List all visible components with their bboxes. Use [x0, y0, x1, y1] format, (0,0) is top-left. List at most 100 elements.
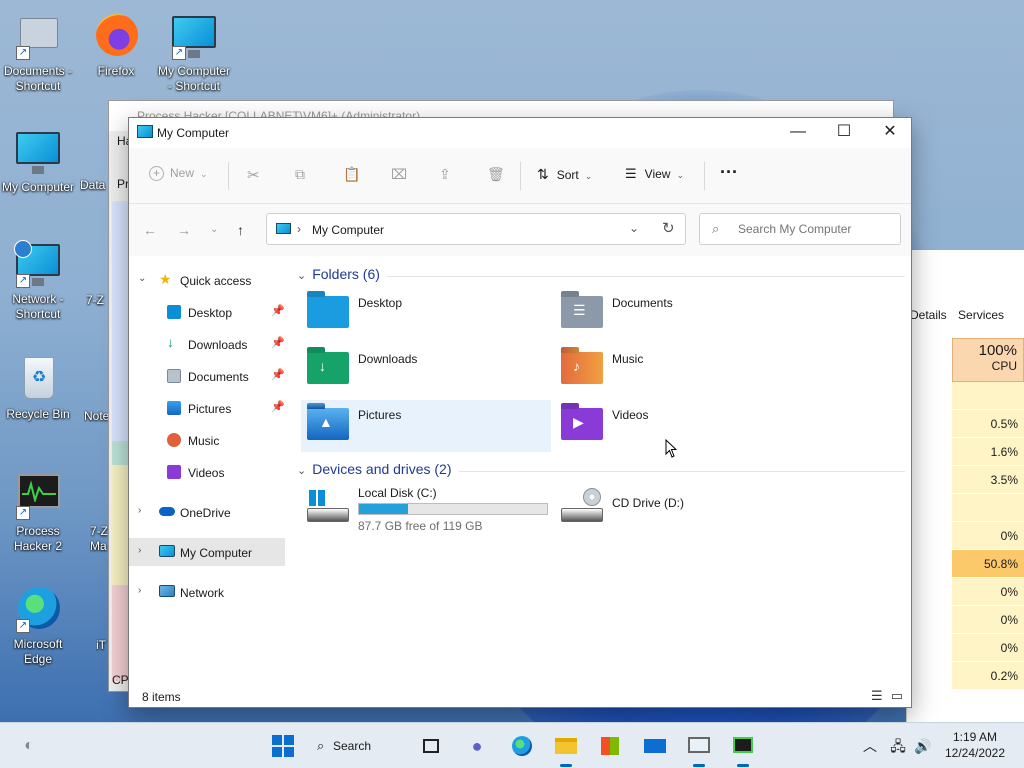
desktop-icon-edge[interactable]: ↗ Microsoft Edge [0, 585, 76, 667]
toolbar-divider [520, 162, 521, 190]
drive-tile-c[interactable]: Local Disk (C:) 87.7 GB free of 119 GB [301, 482, 551, 534]
drive-free-space: 87.7 GB free of 119 GB [358, 519, 483, 533]
chevron-down-icon[interactable]: ⌄ [138, 273, 146, 284]
breadcrumb-path[interactable]: My Computer [312, 223, 384, 237]
desktop-icon-7z[interactable]: 7-Z [86, 293, 108, 308]
nav-item-desktop[interactable]: Desktop 📌 [129, 298, 285, 326]
breadcrumb-chevron-icon[interactable]: › [297, 222, 301, 236]
desktop-icon-data[interactable]: Data [80, 178, 108, 193]
network-icon [159, 585, 175, 597]
pin-icon[interactable]: 📌 [271, 368, 285, 381]
search-box[interactable]: ⌕ [699, 213, 901, 245]
desktop-icon-network-shortcut[interactable]: ↗ Network - Shortcut [0, 240, 76, 322]
nav-quick-access[interactable]: ⌄ ★ Quick access [129, 266, 285, 294]
chevron-down-icon[interactable]: ⌄ [297, 270, 306, 282]
teams-chat-icon[interactable]: ● [462, 731, 492, 761]
folder-tile-videos[interactable]: ▶ Videos [555, 400, 805, 452]
cpu-value-cell [952, 494, 1024, 522]
widgets-icon[interactable]: ◐ [14, 731, 44, 761]
tab-details[interactable]: Details [906, 305, 951, 325]
close-button[interactable]: ✕ [867, 118, 913, 148]
folder-tile-documents[interactable]: ☰ Documents [555, 288, 805, 340]
pin-icon[interactable]: 📌 [271, 336, 285, 349]
cut-icon[interactable]: ✂ [247, 166, 260, 186]
nav-my-computer[interactable]: › My Computer [129, 538, 285, 566]
store-taskbar-icon[interactable] [595, 731, 625, 761]
process-hacker-taskbar-icon[interactable] [728, 731, 758, 767]
task-view-icon[interactable] [416, 731, 446, 761]
desktop-icon-it[interactable]: iT [96, 638, 108, 653]
file-explorer-window[interactable]: My Computer — ☐ ✕ + New ⌄ ✂ ⧉ 📋 ⌧ ⇪ 🗑 ⇅ Sor… [128, 117, 912, 708]
cpu-value-cell [952, 382, 1024, 410]
nav-item-documents[interactable]: Documents 📌 [129, 362, 285, 390]
recycle-bin-icon: ♻ [14, 355, 62, 403]
delete-icon[interactable]: 🗑 [487, 166, 505, 186]
view-label: View [644, 167, 671, 181]
folder-name: Downloads [358, 352, 418, 366]
chevron-right-icon[interactable]: › [138, 505, 141, 516]
pin-icon[interactable]: 📌 [271, 400, 285, 413]
more-options-button[interactable]: ··· [720, 162, 738, 182]
chevron-right-icon[interactable]: › [138, 545, 141, 556]
nav-item-downloads[interactable]: ↓ Downloads 📌 [129, 330, 285, 358]
folder-tile-music[interactable]: ♪ Music [555, 344, 805, 396]
view-button[interactable]: ☰ View ⌄ [625, 166, 684, 186]
share-icon[interactable]: ⇪ [439, 166, 451, 186]
up-arrow-icon[interactable]: ↑ [237, 222, 244, 238]
folder-tile-pictures[interactable]: ▲ Pictures [301, 400, 551, 452]
title-bar[interactable]: My Computer — ☐ ✕ [129, 118, 911, 148]
nav-item-pictures[interactable]: Pictures 📌 [129, 394, 285, 422]
file-explorer-taskbar-icon[interactable] [551, 731, 581, 767]
desktop-icon-process-hacker[interactable]: ↗ Process Hacker 2 [0, 472, 76, 554]
cpu-column-header[interactable]: 100% CPU [952, 338, 1024, 382]
recent-locations-chevron-icon[interactable]: ⌄ [210, 224, 218, 235]
chevron-right-icon[interactable]: › [138, 585, 141, 596]
tray-overflow-chevron-icon[interactable]: ︿ [855, 731, 885, 761]
nav-item-videos[interactable]: Videos [129, 458, 285, 486]
mail-taskbar-icon[interactable] [640, 731, 670, 761]
minimize-button[interactable]: — [775, 118, 821, 148]
folders-group-header[interactable]: ⌄ Folders (6) [297, 266, 380, 282]
taskbar-search-button[interactable]: ⌕ Search [311, 731, 407, 761]
copy-icon[interactable]: ⧉ [295, 166, 305, 186]
back-arrow-icon[interactable]: ← [143, 222, 157, 238]
start-button[interactable] [268, 731, 298, 761]
address-bar[interactable]: › My Computer ⌄ ↻ [266, 213, 686, 245]
folder-tile-downloads[interactable]: ↓ Downloads [301, 344, 551, 396]
new-button[interactable]: + New ⌄ [149, 166, 208, 186]
drive-tile-d[interactable]: CD Drive (D:) [555, 482, 805, 534]
edge-taskbar-icon[interactable] [507, 731, 537, 761]
desktop-icon-my-computer[interactable]: My Computer [0, 128, 76, 195]
navigation-pane: ⌄ ★ Quick access Desktop 📌 ↓ Downloads 📌… [129, 256, 287, 676]
desktop-icon-recycle-bin[interactable]: ♻ Recycle Bin [0, 355, 76, 422]
nav-onedrive[interactable]: › OneDrive [129, 498, 285, 526]
desktop-icon-notepad[interactable]: Note [84, 409, 108, 424]
chevron-down-icon[interactable]: ⌄ [297, 465, 306, 477]
desktop-icon-documents-shortcut[interactable]: ↗ Documents - Shortcut [0, 12, 76, 94]
address-dropdown-icon[interactable]: ⌄ [629, 221, 639, 235]
refresh-icon[interactable]: ↻ [662, 219, 675, 237]
clock[interactable]: 1:19 AM 12/24/2022 [936, 729, 1014, 761]
nav-network[interactable]: › Network [129, 578, 285, 606]
pin-icon[interactable]: 📌 [271, 304, 285, 317]
forward-arrow-icon[interactable]: → [177, 222, 191, 238]
search-input[interactable] [738, 220, 893, 238]
folder-name: Videos [612, 408, 649, 422]
tab-services[interactable]: Services [954, 305, 1008, 325]
tiles-view-icon[interactable]: ▭ [891, 688, 903, 703]
sort-button[interactable]: ⇅ Sort ⌄ [537, 166, 592, 186]
rename-icon[interactable]: ⌧ [391, 166, 407, 186]
task-manager-taskbar-icon[interactable] [684, 731, 714, 767]
desktop-icon-label: Process Hacker 2 [13, 524, 63, 553]
paste-icon[interactable]: 📋 [343, 166, 360, 186]
devices-group-header[interactable]: ⌄ Devices and drives (2) [297, 461, 452, 477]
desktop-icon-my-computer-shortcut[interactable]: ↗ My Computer - Shortcut [156, 12, 232, 94]
details-view-icon[interactable]: ☰ [871, 688, 883, 703]
folder-tile-desktop[interactable]: Desktop [301, 288, 551, 340]
desktop-icon-label: Recycle Bin [6, 407, 70, 421]
nav-item-music[interactable]: Music [129, 426, 285, 454]
maximize-button[interactable]: ☐ [821, 118, 867, 148]
volume-icon[interactable]: 🔊 [908, 731, 938, 761]
desktop-icon-7z-manager[interactable]: 7-Z Ma [90, 524, 108, 554]
desktop-icon-firefox[interactable]: Firefox [78, 12, 154, 79]
